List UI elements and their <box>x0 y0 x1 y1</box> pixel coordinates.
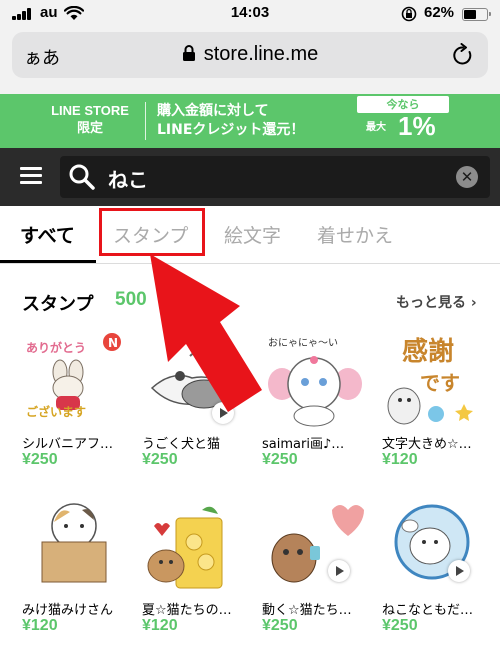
banner-promo-text: 購入金額に対して LINEクレジット還元！ <box>157 102 304 140</box>
tab-emoji[interactable]: 絵文字 <box>224 221 281 248</box>
reload-icon[interactable] <box>452 43 474 67</box>
item-name: 動く☆猫たち… <box>262 603 352 618</box>
item-name: 文字大きめ☆… <box>382 437 472 452</box>
menu-icon[interactable] <box>20 167 42 185</box>
sticker-thumbnail: 感謝 です <box>387 336 473 425</box>
highlight-box <box>99 208 205 256</box>
play-icon[interactable] <box>448 560 470 582</box>
item-name: ねこなともだ… <box>382 603 474 618</box>
item-price: ¥250 <box>262 617 298 634</box>
status-bar: au 14:03 62% <box>0 0 500 28</box>
sticker-item[interactable]: 感謝 です 文字大きめ☆… ¥120 <box>382 330 500 472</box>
thumb-text: ございます <box>26 404 86 419</box>
section-title: スタンプ <box>22 294 94 315</box>
item-price: ¥250 <box>382 617 418 634</box>
sticker-item[interactable]: 夏☆猫たちの… ¥120 <box>142 496 260 638</box>
sticker-item[interactable]: ありがとう N ございます シルバニアフ… ¥250 <box>22 330 140 472</box>
battery-icon <box>462 8 491 21</box>
banner-promo-line1: 購入金額に対して <box>157 103 269 119</box>
item-name: みけ猫みけさん <box>22 603 114 618</box>
search-query: ねこ <box>108 168 148 192</box>
item-price: ¥120 <box>142 617 178 634</box>
tab-themes[interactable]: 着せかえ <box>317 221 393 248</box>
play-icon[interactable] <box>212 402 234 424</box>
sticker-thumbnail: ありがとう N ございます <box>26 333 121 419</box>
address-bar[interactable]: ぁあ store.line.me <box>12 32 488 78</box>
banner-divider <box>145 102 146 140</box>
item-price: ¥250 <box>262 451 298 468</box>
tab-all[interactable]: すべて <box>20 221 75 248</box>
sticker-thumbnail <box>271 505 364 583</box>
sticker-thumbnail: おにゃにゃ〜い <box>268 337 362 427</box>
url-display[interactable]: store.line.me <box>12 43 488 66</box>
thumb-text: です <box>420 371 460 395</box>
new-badge: N <box>108 336 118 350</box>
thumb-text: 感謝 <box>402 336 454 367</box>
banner-rate: 1% <box>398 111 436 141</box>
sticker-item[interactable]: みけ猫みけさん ¥120 <box>22 496 140 638</box>
thumb-text: ありがとう <box>26 340 86 355</box>
rotation-lock-icon <box>401 6 417 22</box>
sticker-thumbnail <box>394 504 470 580</box>
sticker-thumbnail <box>147 506 223 589</box>
item-price: ¥250 <box>22 451 58 468</box>
lock-icon <box>182 45 195 61</box>
banner-promo-line2: LINEクレジット還元！ <box>157 122 305 138</box>
sticker-thumbnail <box>150 351 227 409</box>
sticker-thumbnail <box>41 503 107 583</box>
category-tabs: すべて スタンプ 絵文字 着せかえ <box>0 206 500 264</box>
search-input[interactable]: ねこ ✕ <box>60 156 490 198</box>
battery-percent: 62% <box>424 4 455 21</box>
banner-brand-line2: 限定 <box>76 120 103 135</box>
item-name: 夏☆猫たちの… <box>142 603 232 618</box>
search-icon <box>69 164 95 190</box>
item-name: うごく犬と猫 <box>142 437 221 452</box>
item-name: シルバニアフ… <box>22 437 114 452</box>
more-link[interactable]: もっと見る › <box>396 292 477 312</box>
sticker-item[interactable]: ねこなともだ… ¥250 <box>382 496 500 638</box>
browser-toolbar: ぁあ store.line.me <box>0 28 500 94</box>
banner-brand-line1: LINE STORE <box>51 103 129 118</box>
clear-icon[interactable]: ✕ <box>456 166 478 188</box>
banner-brand: LINE STORE 限定 <box>44 102 136 136</box>
active-tab-indicator <box>0 260 96 263</box>
sticker-item[interactable]: 動く☆猫たち… ¥250 <box>262 496 380 638</box>
sticker-item[interactable]: おにゃにゃ〜い saimari画♪… ¥250 <box>262 330 380 472</box>
section-count: 500 <box>115 289 147 310</box>
url-text: store.line.me <box>203 43 319 65</box>
thumb-text: おにゃにゃ〜い <box>268 337 338 349</box>
play-icon[interactable] <box>328 560 350 582</box>
item-price: ¥120 <box>382 451 418 468</box>
item-name: saimari画♪… <box>262 437 345 452</box>
search-header: ねこ ✕ <box>0 148 500 206</box>
item-price: ¥250 <box>142 451 178 468</box>
promo-banner[interactable]: LINE STORE 限定 購入金額に対して LINEクレジット還元！ 今なら … <box>0 94 500 148</box>
banner-max-label: 最大 <box>366 122 386 133</box>
item-price: ¥120 <box>22 617 58 634</box>
sticker-item[interactable]: うごく犬と猫 ¥250 <box>142 330 260 472</box>
page: au 14:03 62% ぁあ store.line.me LINE STORE… <box>0 0 500 654</box>
